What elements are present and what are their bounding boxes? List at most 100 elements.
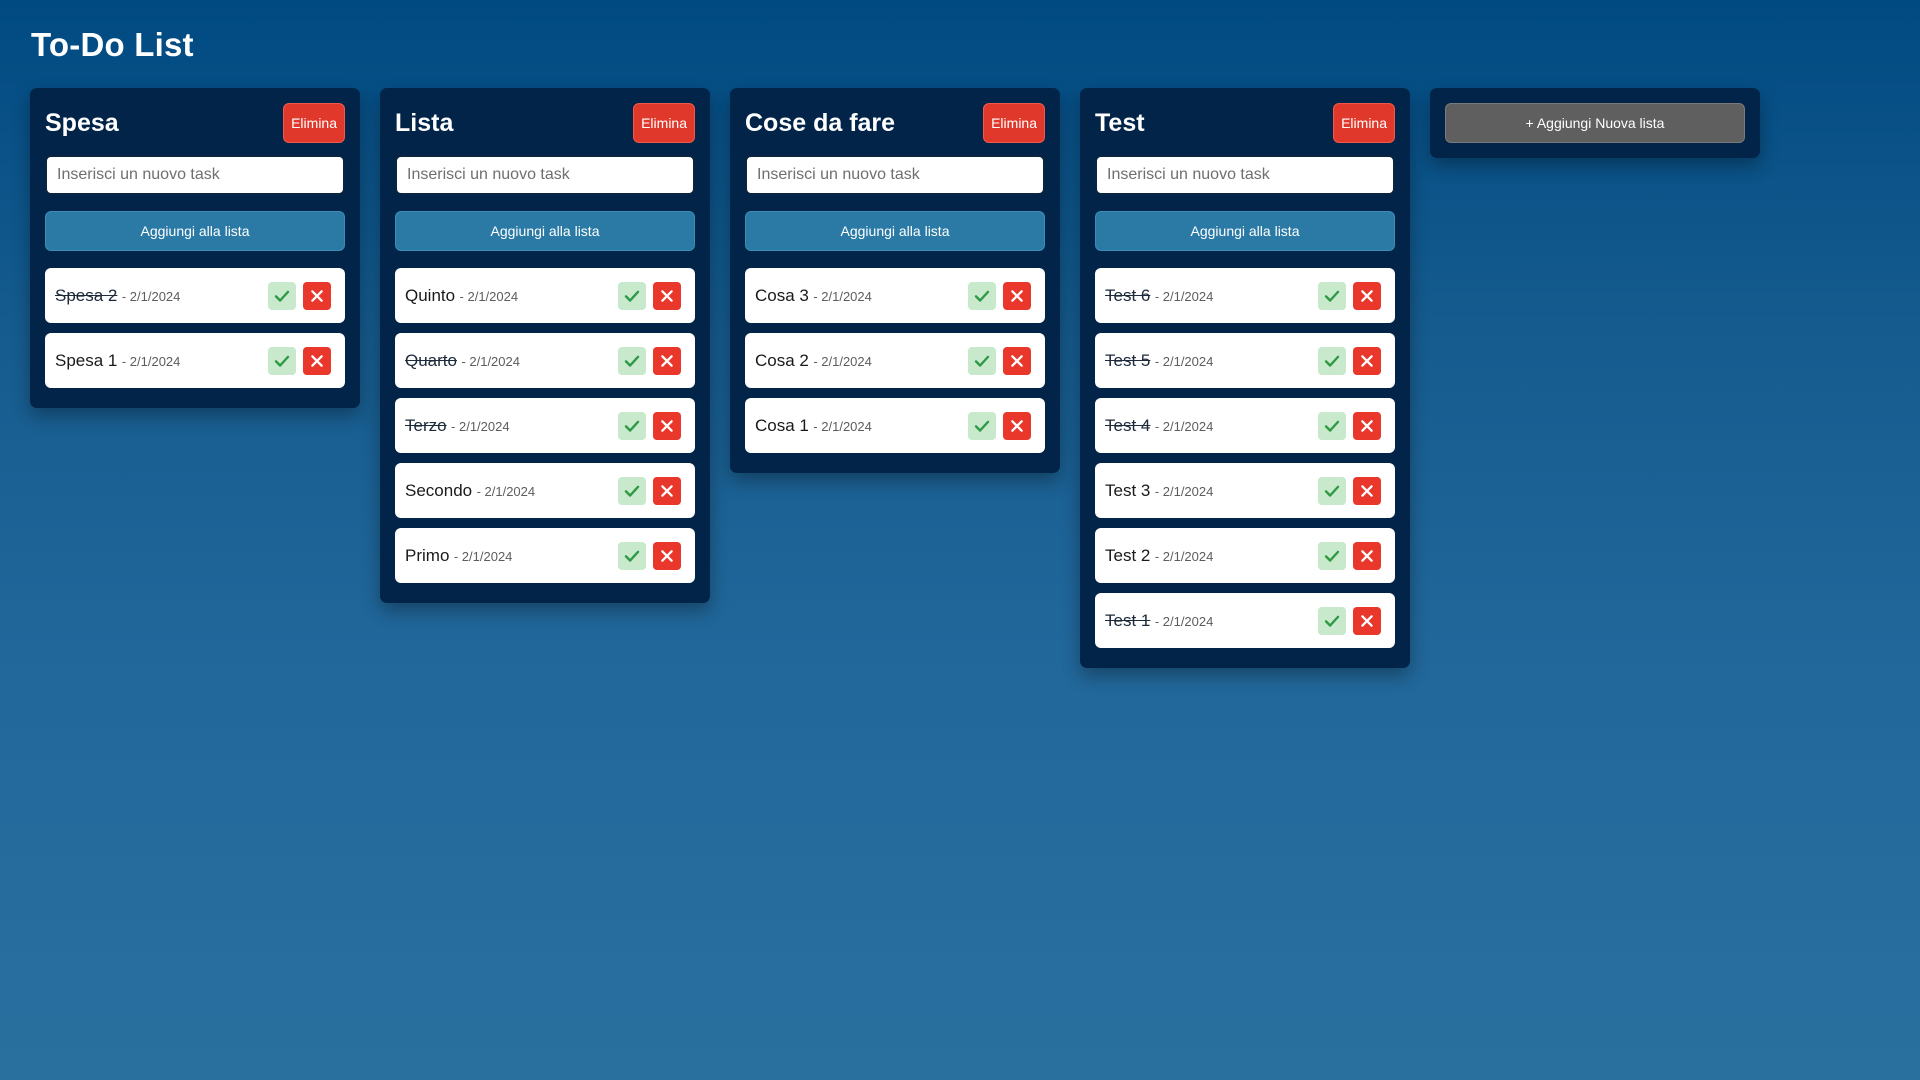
x-close-icon	[659, 353, 675, 369]
task-actions	[618, 411, 681, 440]
task-item: Test 1 - 2/1/2024	[1095, 593, 1395, 648]
new-task-input[interactable]	[45, 155, 345, 195]
task-name: Quarto	[405, 350, 457, 370]
remove-task-button[interactable]	[1353, 346, 1381, 375]
complete-task-button[interactable]	[268, 346, 296, 375]
task-date: - 2/1/2024	[1154, 418, 1214, 434]
task-date: - 2/1/2024	[461, 353, 520, 369]
complete-task-button[interactable]	[968, 281, 996, 310]
delete-list-button[interactable]: Elimina	[983, 103, 1045, 143]
complete-task-button[interactable]	[1318, 476, 1346, 505]
complete-task-button[interactable]	[1318, 281, 1346, 310]
task-name: Test 3	[1105, 480, 1151, 500]
new-task-input[interactable]	[745, 155, 1045, 195]
complete-task-button[interactable]	[1318, 346, 1346, 375]
task-item: Spesa 2 - 2/1/2024	[45, 268, 345, 323]
remove-task-button[interactable]	[303, 281, 331, 310]
add-task-button[interactable]: Aggiungi alla lista	[45, 211, 345, 251]
remove-task-button[interactable]	[1003, 281, 1031, 310]
remove-task-button[interactable]	[653, 346, 681, 375]
task-text: Cosa 2 - 2/1/2024	[755, 351, 968, 371]
delete-list-button[interactable]: Elimina	[1333, 103, 1395, 143]
remove-task-button[interactable]	[653, 476, 681, 505]
remove-task-button[interactable]	[653, 541, 681, 570]
complete-task-button[interactable]	[1318, 541, 1346, 570]
check-icon	[273, 352, 291, 370]
task-name: Spesa 1	[55, 350, 118, 370]
remove-task-button[interactable]	[1353, 281, 1381, 310]
remove-task-button[interactable]	[1353, 411, 1381, 440]
task-actions	[1318, 606, 1381, 635]
list-header: Spesa Elimina	[45, 103, 345, 143]
remove-task-button[interactable]	[1353, 606, 1381, 635]
complete-task-button[interactable]	[618, 281, 646, 310]
task-actions	[1318, 476, 1381, 505]
x-close-icon	[1359, 483, 1375, 499]
remove-task-button[interactable]	[653, 411, 681, 440]
complete-task-button[interactable]	[968, 346, 996, 375]
task-actions	[618, 476, 681, 505]
task-date: - 2/1/2024	[121, 288, 181, 304]
check-icon	[1323, 352, 1341, 370]
task-text: Test 6 - 2/1/2024	[1105, 286, 1318, 306]
x-close-icon	[1359, 418, 1375, 434]
task-name: Primo	[405, 545, 450, 565]
task-actions	[618, 281, 681, 310]
complete-task-button[interactable]	[968, 411, 996, 440]
x-close-icon	[1359, 353, 1375, 369]
list-card: Test Elimina Aggiungi alla lista Test 6 - 2…	[1080, 88, 1410, 668]
app-title: To-Do List	[31, 26, 194, 63]
task-name: Test 5	[1105, 350, 1151, 370]
complete-task-button[interactable]	[1318, 606, 1346, 635]
complete-task-button[interactable]	[618, 411, 646, 440]
delete-list-button[interactable]: Elimina	[283, 103, 345, 143]
list-header: Cose da fare Elimina	[745, 103, 1045, 143]
task-text: Cosa 3 - 2/1/2024	[755, 286, 968, 306]
list-title: Spesa	[45, 108, 119, 137]
task-actions	[968, 281, 1031, 310]
task-text: Test 4 - 2/1/2024	[1105, 416, 1318, 436]
task-item: Terzo - 2/1/2024	[395, 398, 695, 453]
check-icon	[1323, 612, 1341, 630]
task-text: Primo - 2/1/2024	[405, 546, 618, 566]
complete-task-button[interactable]	[268, 281, 296, 310]
new-task-input[interactable]	[1095, 155, 1395, 195]
task-text: Quarto - 2/1/2024	[405, 351, 618, 371]
add-list-card: + Aggiungi Nuova lista	[1430, 88, 1760, 158]
add-new-list-button[interactable]: + Aggiungi Nuova lista	[1445, 103, 1745, 143]
delete-list-button[interactable]: Elimina	[633, 103, 695, 143]
task-text: Cosa 1 - 2/1/2024	[755, 416, 968, 436]
new-task-input[interactable]	[395, 155, 695, 195]
task-actions	[968, 411, 1031, 440]
task-item: Cosa 3 - 2/1/2024	[745, 268, 1045, 323]
complete-task-button[interactable]	[1318, 411, 1346, 440]
check-icon	[1323, 417, 1341, 435]
remove-task-button[interactable]	[1003, 346, 1031, 375]
check-icon	[623, 287, 641, 305]
add-task-button[interactable]: Aggiungi alla lista	[1095, 211, 1395, 251]
task-actions	[1318, 411, 1381, 440]
task-date: - 2/1/2024	[813, 353, 872, 369]
task-actions	[618, 346, 681, 375]
task-name: Quinto	[405, 285, 456, 305]
remove-task-button[interactable]	[303, 346, 331, 375]
add-task-button[interactable]: Aggiungi alla lista	[395, 211, 695, 251]
task-actions	[1318, 541, 1381, 570]
task-actions	[268, 281, 331, 310]
task-name: Test 6	[1105, 285, 1151, 305]
complete-task-button[interactable]	[618, 541, 646, 570]
x-close-icon	[659, 418, 675, 434]
task-text: Quinto - 2/1/2024	[405, 286, 618, 306]
add-task-button[interactable]: Aggiungi alla lista	[745, 211, 1045, 251]
complete-task-button[interactable]	[618, 346, 646, 375]
remove-task-button[interactable]	[1003, 411, 1031, 440]
list-card: Lista Elimina Aggiungi alla lista Quinto - …	[380, 88, 710, 603]
check-icon	[623, 352, 641, 370]
x-close-icon	[659, 548, 675, 564]
remove-task-button[interactable]	[653, 281, 681, 310]
remove-task-button[interactable]	[1353, 541, 1381, 570]
task-date: - 2/1/2024	[121, 353, 181, 369]
task-name: Test 1	[1105, 610, 1151, 630]
complete-task-button[interactable]	[618, 476, 646, 505]
remove-task-button[interactable]	[1353, 476, 1381, 505]
